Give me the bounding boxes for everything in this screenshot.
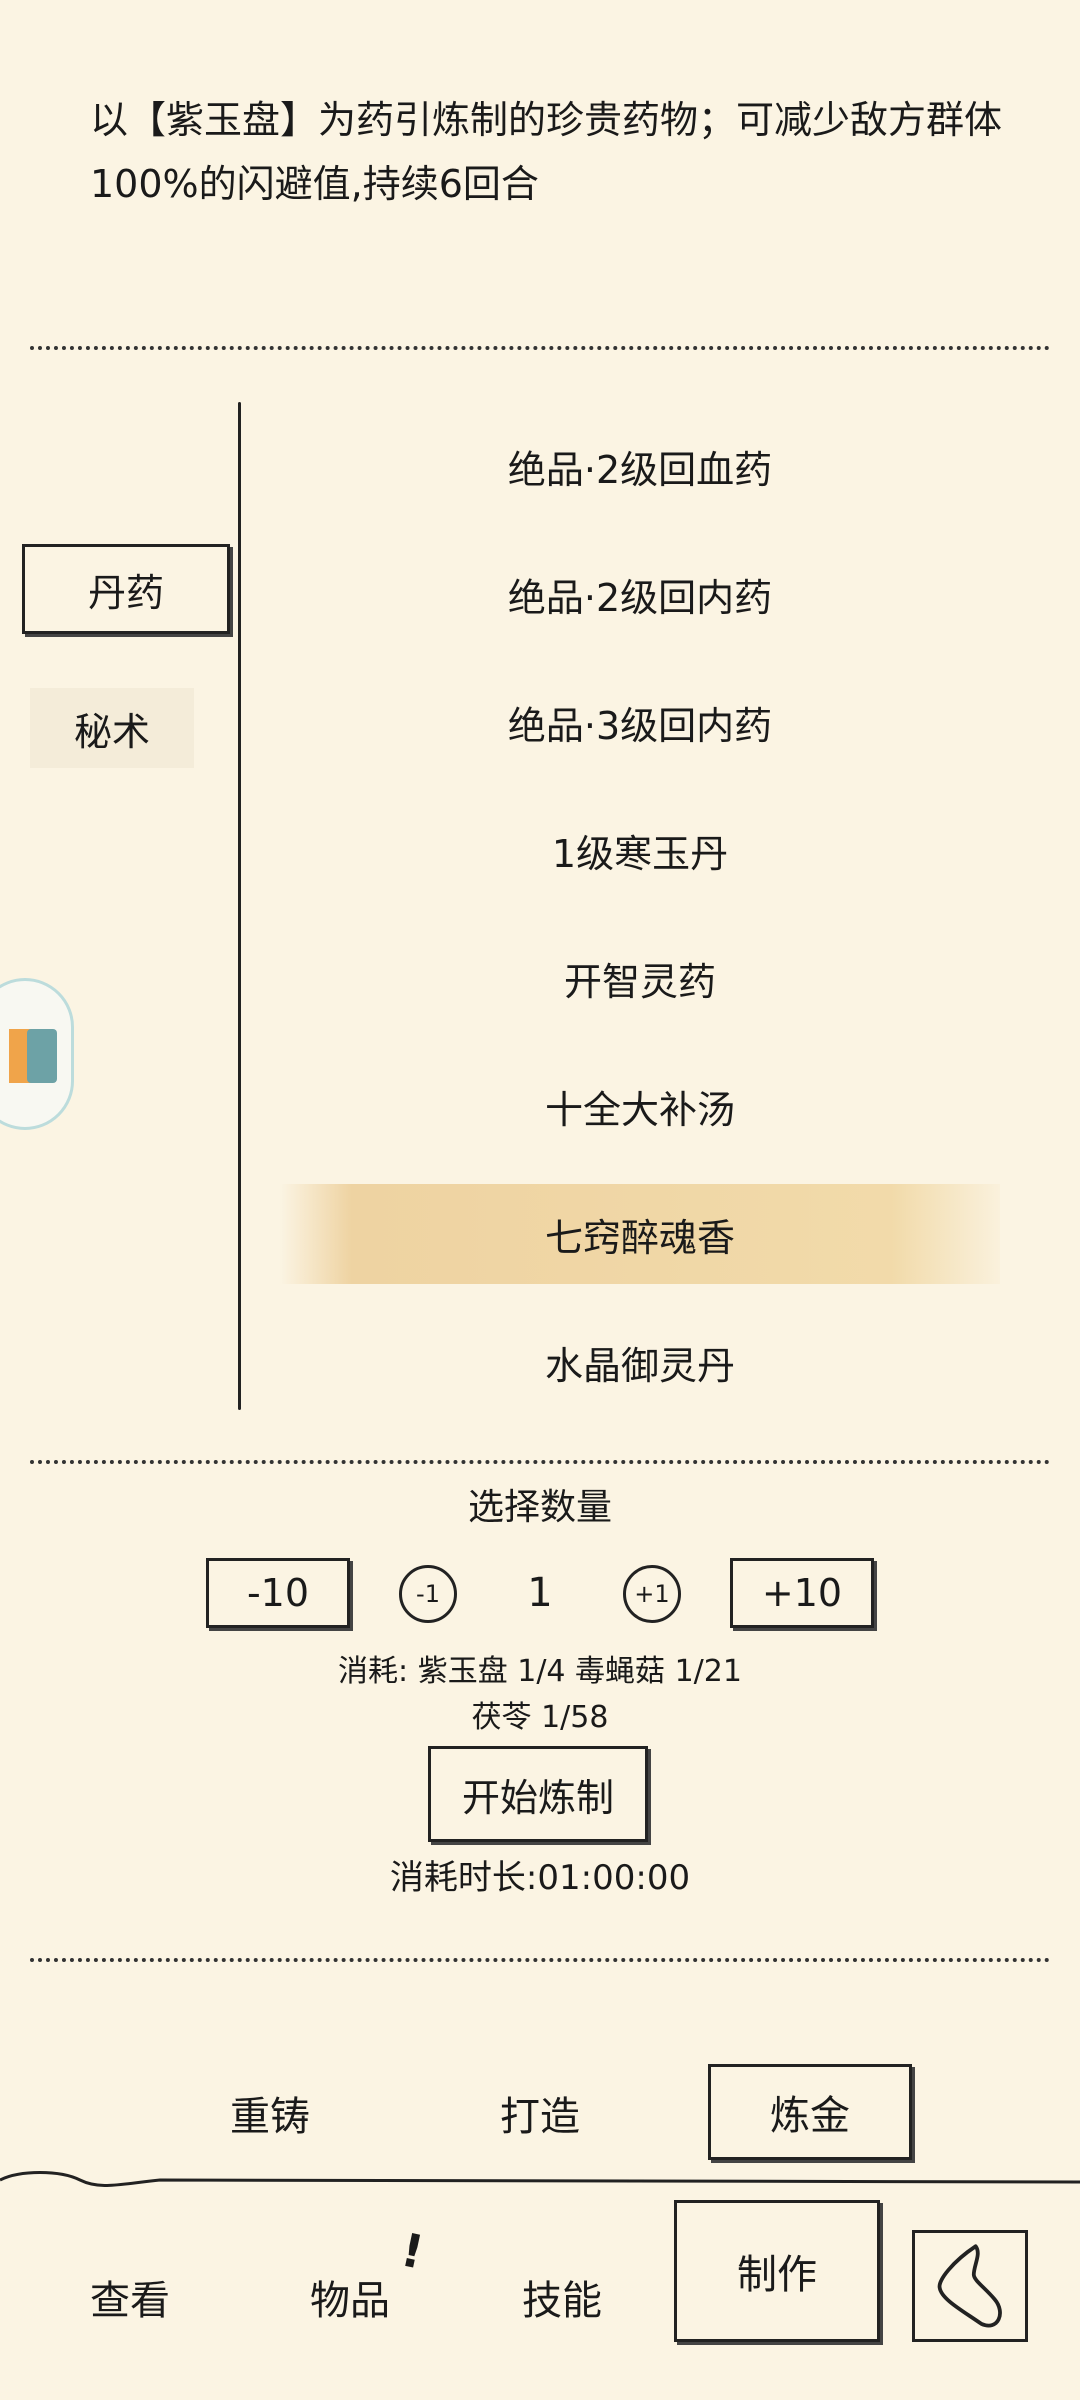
- recipe-label: 绝品·2级回血药: [507, 447, 773, 492]
- recipe-label: 七窍醉魂香: [544, 1215, 735, 1260]
- recipe-label: 绝品·3级回内药: [507, 703, 773, 748]
- app-logo-icon[interactable]: [0, 978, 74, 1130]
- category-tab-pills[interactable]: 丹药: [22, 544, 230, 634]
- button-label: 开始炼制: [461, 1775, 614, 1820]
- back-arrow-icon: [937, 2244, 1002, 2328]
- divider-middle: [30, 1460, 1050, 1464]
- quantity-title: 选择数量: [467, 1487, 612, 1528]
- minus-10-button[interactable]: -10: [206, 1558, 350, 1628]
- recipe-label: 开智灵药: [563, 959, 716, 1004]
- tab-label: 重铸: [230, 2094, 310, 2140]
- cost-line-2: 茯苓 1/58: [471, 1700, 609, 1735]
- tab-forge[interactable]: 打造: [470, 2070, 610, 2156]
- nav-label: 查看: [90, 2278, 170, 2324]
- nav-skills[interactable]: 技能: [492, 2252, 632, 2342]
- plus-10-button[interactable]: +10: [730, 1558, 874, 1628]
- nav-crafting[interactable]: 制作: [674, 2200, 880, 2342]
- start-crafting-button[interactable]: 开始炼制: [428, 1746, 648, 1842]
- item-description: 以【紫玉盘】为药引炼制的珍贵药物；可减少敌方群体100%的闪避值,持续6回合: [90, 98, 1003, 206]
- button-label: +10: [761, 1571, 843, 1615]
- quantity-value: 1: [527, 1570, 553, 1616]
- recipe-label: 水晶御灵丹: [544, 1343, 735, 1388]
- recipe-item[interactable]: 水晶御灵丹: [280, 1312, 1000, 1412]
- category-tab-secret-arts[interactable]: 秘术: [30, 688, 194, 768]
- recipe-item[interactable]: 绝品·2级回内药: [280, 544, 1000, 644]
- crafting-duration: 消耗时长:01:00:00: [389, 1858, 691, 1898]
- minus-1-button[interactable]: -1: [399, 1565, 457, 1623]
- recipe-item[interactable]: 绝品·2级回血药: [280, 416, 1000, 516]
- nav-label: 制作: [737, 2252, 817, 2298]
- recipe-label: 十全大补汤: [544, 1087, 735, 1132]
- recipe-label: 1级寒玉丹: [551, 831, 729, 876]
- divider-bottom: [30, 1958, 1050, 1962]
- button-label: -1: [416, 1580, 440, 1608]
- recipe-label: 绝品·2级回内药: [507, 575, 773, 620]
- column-separator: [238, 402, 241, 1410]
- nav-view[interactable]: 查看: [60, 2252, 200, 2342]
- button-label: +1: [634, 1580, 670, 1608]
- back-button[interactable]: [912, 2230, 1028, 2342]
- nav-label: 物品: [310, 2278, 390, 2324]
- recipe-item[interactable]: 十全大补汤: [280, 1056, 1000, 1156]
- brush-divider: [0, 2171, 1080, 2187]
- category-label: 丹药: [87, 570, 164, 615]
- recipe-item-selected[interactable]: 七窍醉魂香: [280, 1184, 1000, 1284]
- divider-top: [30, 346, 1050, 350]
- tab-alchemy[interactable]: 炼金: [708, 2064, 912, 2160]
- tab-label: 打造: [500, 2094, 580, 2140]
- plus-1-button[interactable]: +1: [623, 1565, 681, 1623]
- button-label: -10: [246, 1571, 310, 1615]
- nav-label: 技能: [522, 2278, 602, 2324]
- tab-label: 炼金: [770, 2093, 850, 2139]
- recipe-item[interactable]: 开智灵药: [280, 928, 1000, 1028]
- cost-line-1: 消耗: 紫玉盘 1/4 毒蝇菇 1/21: [338, 1654, 742, 1689]
- recipe-item[interactable]: 1级寒玉丹: [280, 800, 1000, 900]
- notification-badge: !: [396, 2222, 429, 2280]
- recipe-item[interactable]: 绝品·3级回内药: [280, 672, 1000, 772]
- tab-reforge[interactable]: 重铸: [200, 2070, 340, 2156]
- category-label: 秘术: [73, 709, 150, 754]
